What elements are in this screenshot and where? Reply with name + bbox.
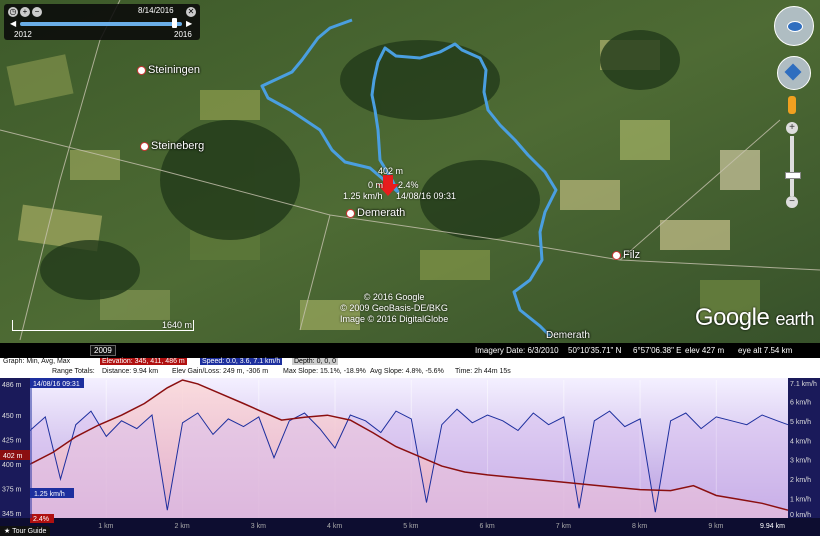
y-right-tick-label: 3 km/h <box>790 458 811 465</box>
speed-area <box>30 409 788 518</box>
town-label-demerath: Demerath <box>346 207 405 219</box>
range-avg-slope: Avg Slope: 4.8%, -5.6% <box>370 368 444 375</box>
history-year-badge[interactable]: 2009 <box>90 345 116 356</box>
timeline-thumb[interactable] <box>172 18 177 28</box>
latitude: 50°10'35.71" N <box>568 346 622 355</box>
place-pin-icon <box>346 208 355 218</box>
y-left-tick-label: 450 m <box>2 413 22 420</box>
town-label-steineberg: Steineberg <box>140 140 204 152</box>
range-distance: Distance: 9.94 km <box>102 368 159 375</box>
track-popup-timestamp: 14/08/16 09:31 <box>396 191 457 201</box>
depth-series-toggle[interactable]: Depth: 0, 0, 0 <box>292 358 339 365</box>
track-popup-slope: 2.4% <box>398 180 419 190</box>
range-totals-row: Range Totals: Distance: 9.94 km Elev Gai… <box>0 368 820 378</box>
range-max-slope: Max Slope: 15.1%, -18.9% <box>283 368 366 375</box>
place-pin-icon <box>140 141 149 151</box>
historical-imagery-slider[interactable]: ◷ + − ✕ 8/14/2016 ◀ ▶ 2012 2016 <box>4 4 200 40</box>
y-right-tick-label: 0 km/h <box>790 512 811 519</box>
timeline-track[interactable] <box>20 22 182 26</box>
y-left-tick-label: 345 m <box>2 511 22 518</box>
x-tick-label: 6 km <box>480 523 495 530</box>
x-tick-label: 4 km <box>327 523 342 530</box>
y-right-tick-label: 7.1 km/h <box>790 381 817 388</box>
elevation-speed-chart[interactable]: 486 m 450 m 425 m 400 m 375 m 345 m 7.1 km/h 6… <box>0 378 820 536</box>
y-left-tick-label: 486 m <box>2 382 22 389</box>
profile-stats-row: Graph: Min, Avg, Max Elevation: 345, 411… <box>0 358 820 368</box>
cursor-elev-text: 402 m <box>3 453 23 460</box>
y-left-tick-label: 425 m <box>2 438 22 445</box>
y-left-tick-label: 400 m <box>2 462 22 469</box>
settings-wrench-icon[interactable]: ✕ <box>186 7 196 17</box>
range-totals-label: Range Totals: <box>52 368 95 375</box>
graph-label: Graph: Min, Avg, Max <box>3 358 71 365</box>
zoom-out-icon[interactable]: − <box>786 196 798 208</box>
elevation-series-toggle[interactable]: Elevation: 345, 411, 486 m <box>100 358 187 365</box>
x-tick-label: 3 km <box>251 523 266 530</box>
cursor-time-text: 14/08/16 09:31 <box>33 381 80 388</box>
copyright-notice: © 2016 Google © 2009 GeoBasis-DE/BKG Ima… <box>340 292 449 324</box>
map-view[interactable]: Steiningen Steineberg Demerath Filz Deme… <box>0 0 820 358</box>
street-view-pegman-icon[interactable] <box>788 96 796 114</box>
zoom-out-time-icon[interactable]: − <box>32 7 42 17</box>
track-end-label: Demerath <box>546 330 590 341</box>
y-right-tick-label: 1 km/h <box>790 497 811 504</box>
x-tick-label: 9.94 km <box>760 523 785 530</box>
timeline-forward-arrow-icon[interactable]: ▶ <box>186 19 192 28</box>
star-icon: ★ <box>4 528 11 535</box>
track-popup-speed: 1.25 km/h <box>343 191 383 201</box>
move-joystick[interactable] <box>777 56 811 90</box>
y-right-tick-label: 2 km/h <box>790 477 811 484</box>
place-pin-icon <box>612 250 621 260</box>
eye-altitude: eye alt 7.54 km <box>738 346 793 355</box>
track-popup-distance: 0 m <box>368 180 384 190</box>
x-tick-label: 1 km <box>98 523 113 530</box>
x-tick-label: 5 km <box>403 523 418 530</box>
cursor-slope-text: 2.4% <box>33 516 49 523</box>
timeline-end-year: 2016 <box>174 30 192 39</box>
navigation-controls: + − <box>772 6 816 246</box>
eye-icon <box>787 21 803 32</box>
timeline-date: 8/14/2016 <box>138 6 174 15</box>
y-right-tick-label: 6 km/h <box>790 399 811 406</box>
status-bar: 2009 Imagery Date: 6/3/2010 50°10'35.71"… <box>0 343 820 358</box>
move-arrows-icon <box>784 63 802 81</box>
google-earth-logo: Google earth <box>694 304 815 331</box>
imagery-date: Imagery Date: 6/3/2010 <box>475 346 559 355</box>
timeline-start-year: 2012 <box>14 30 32 39</box>
range-time: Time: 2h 44m 15s <box>455 368 511 375</box>
look-joystick[interactable] <box>774 6 814 46</box>
cursor-speed-text: 1.25 km/h <box>34 491 65 498</box>
y-right-tick-label: 4 km/h <box>790 438 811 445</box>
elevation-profile-panel: Graph: Min, Avg, Max Elevation: 345, 411… <box>0 358 820 536</box>
elevation-readout: elev 427 m <box>685 346 725 355</box>
y-right-tick-label: 5 km/h <box>790 419 811 426</box>
x-tick-label: 2 km <box>175 523 190 530</box>
y-left-tick-label: 375 m <box>2 487 22 494</box>
x-tick-label: 8 km <box>632 523 647 530</box>
zoom-in-time-icon[interactable]: + <box>20 7 30 17</box>
zoom-slider-thumb[interactable] <box>785 172 801 179</box>
clock-icon[interactable]: ◷ <box>8 7 18 17</box>
place-pin-icon <box>137 65 146 75</box>
x-tick-label: 7 km <box>556 523 571 530</box>
town-label-filz: Filz <box>612 249 640 261</box>
scale-label: 1640 m <box>162 320 193 330</box>
x-tick-label: 9 km <box>708 523 723 530</box>
track-popup-elevation: 402 m <box>378 166 404 176</box>
range-gain-loss: Elev Gain/Loss: 249 m, -306 m <box>172 368 269 375</box>
town-label-steiningen: Steiningen <box>137 64 200 76</box>
timeline-back-arrow-icon[interactable]: ◀ <box>10 19 16 28</box>
chart-left-axis-panel <box>0 378 30 518</box>
speed-series-toggle[interactable]: Speed: 0.0, 3.6, 7.1 km/h <box>200 358 283 365</box>
zoom-in-icon[interactable]: + <box>786 122 798 134</box>
tour-guide-button[interactable]: ★ Tour Guide <box>0 526 51 536</box>
longitude: 6°57'06.38" E <box>633 346 682 355</box>
zoom-slider-track[interactable] <box>790 136 794 196</box>
